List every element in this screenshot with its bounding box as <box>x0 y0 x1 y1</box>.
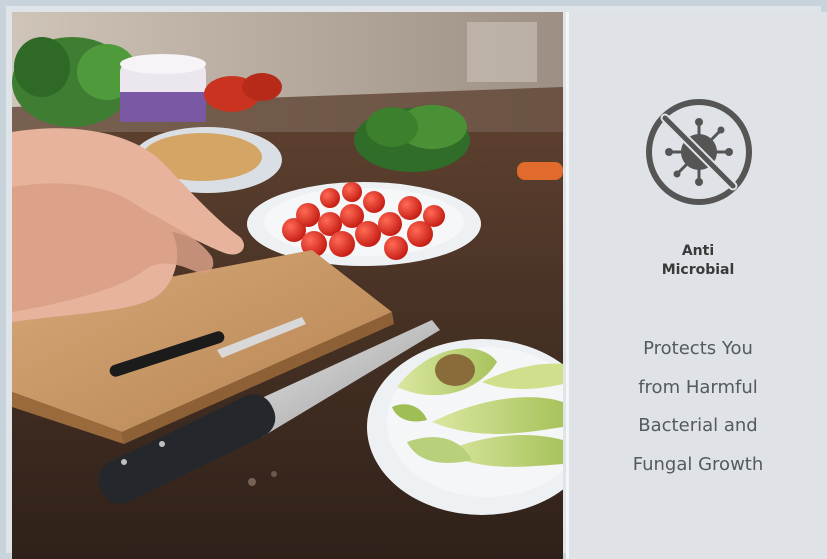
feature-title-line: Microbial <box>661 262 735 278</box>
kitchen-prep-photo <box>12 12 563 559</box>
feature-title-line: Anti <box>681 243 715 259</box>
feature-description-line: Fungal Growth <box>632 453 764 475</box>
feature-title: Anti Microbial <box>569 242 827 280</box>
anti-microbial-icon <box>645 98 753 206</box>
feature-description-line: from Harmful <box>638 376 758 398</box>
feature-description: Protects You from Harmful Bacterial and … <box>569 330 827 484</box>
product-feature-card: Anti Microbial Protects You from Harmful… <box>0 0 827 559</box>
feature-description-line: Bacterial and <box>638 415 758 436</box>
feature-description-line: Protects You <box>643 338 753 359</box>
feature-panel: Anti Microbial Protects You from Harmful… <box>566 12 827 559</box>
